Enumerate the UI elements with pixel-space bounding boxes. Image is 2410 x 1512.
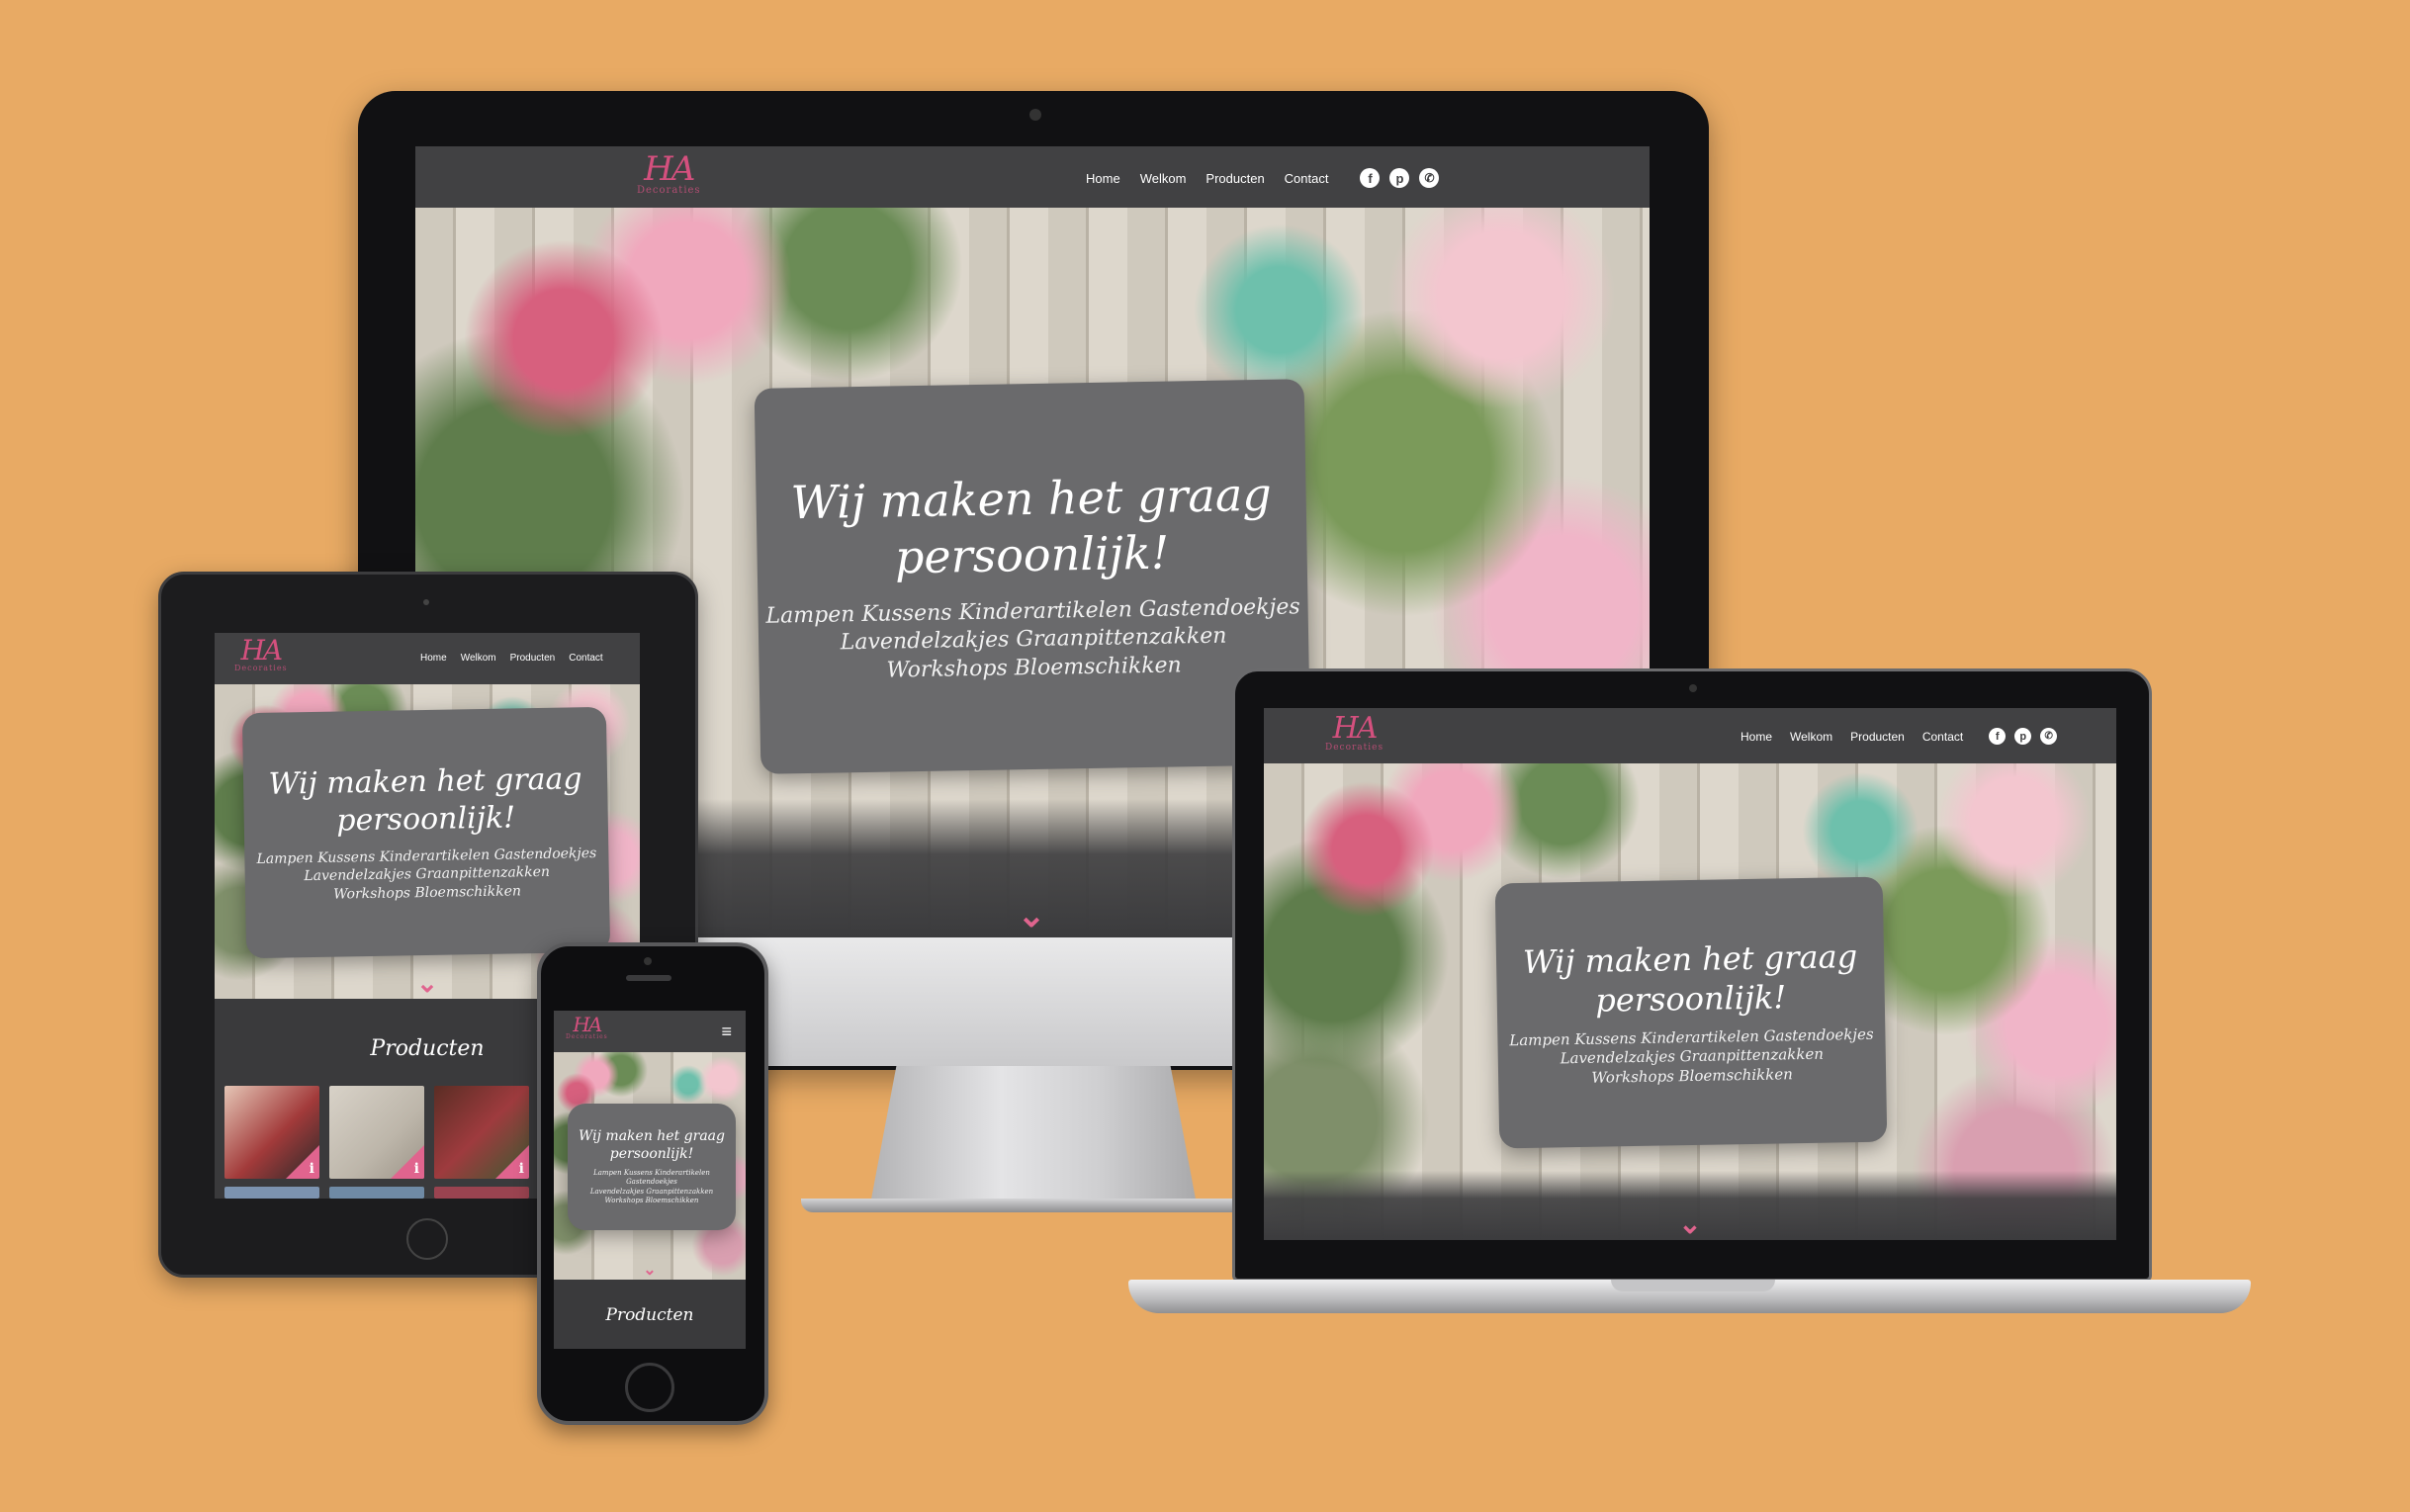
hero-headline-2: persoonlijk! bbox=[336, 800, 516, 839]
facebook-icon[interactable]: f bbox=[1360, 168, 1381, 188]
hero-message: Wij maken het graag persoonlijk! Lampen … bbox=[568, 1104, 736, 1230]
product-thumb-2[interactable]: i bbox=[329, 1086, 424, 1179]
nav-welkom[interactable]: Welkom bbox=[1140, 171, 1187, 186]
hero-message: Wij maken het graag persoonlijk! Lampen … bbox=[1494, 876, 1888, 1149]
scroll-down-icon[interactable]: ⌄ bbox=[1678, 1207, 1701, 1240]
whatsapp-icon[interactable]: ✆ bbox=[2040, 728, 2058, 745]
nav-menu: Home Welkom Producten Contact bbox=[420, 653, 603, 664]
nav-menu: Home Welkom Producten Contact f p ✆ bbox=[1086, 168, 1440, 188]
nav-contact[interactable]: Contact bbox=[569, 653, 602, 664]
hero-headline-2: persoonlijk! bbox=[894, 525, 1170, 584]
hero-headline-2: persoonlijk! bbox=[609, 1145, 694, 1162]
navbar: HA Decoraties Home Welkom Producten Cont… bbox=[215, 633, 640, 684]
hero-products-3: Workshops Bloemschikken bbox=[604, 1196, 699, 1204]
product-thumb-4[interactable] bbox=[224, 1187, 319, 1199]
laptop-camera bbox=[1689, 684, 1697, 692]
imac-stand bbox=[870, 1066, 1197, 1204]
scroll-down-icon[interactable]: ⌄ bbox=[1018, 896, 1046, 935]
tablet-camera bbox=[423, 599, 429, 605]
products-title: Producten bbox=[605, 1305, 694, 1325]
navbar: HA Decoraties ≡ bbox=[554, 1011, 746, 1052]
hamburger-menu-icon[interactable]: ≡ bbox=[721, 1023, 732, 1040]
info-icon[interactable]: i bbox=[519, 1161, 524, 1177]
laptop-screen: HA Decoraties Home Welkom Producten Cont… bbox=[1264, 708, 2116, 1240]
scroll-down-icon[interactable]: ⌄ bbox=[416, 968, 438, 999]
info-icon[interactable]: i bbox=[414, 1161, 419, 1177]
pinterest-icon[interactable]: p bbox=[2014, 728, 2032, 745]
phone-screen: HA Decoraties ≡ Wij maken het graag pers… bbox=[554, 1011, 746, 1349]
social-links: f p ✆ bbox=[1360, 168, 1440, 188]
navbar: HA Decoraties Home Welkom Producten Cont… bbox=[1264, 708, 2116, 763]
phone-speaker bbox=[626, 975, 671, 981]
laptop-notch bbox=[1611, 1280, 1775, 1291]
nav-producten[interactable]: Producten bbox=[510, 653, 556, 664]
social-links: f p ✆ bbox=[1989, 728, 2058, 745]
navbar: HA Decoraties Home Welkom Producten Cont… bbox=[415, 146, 1650, 208]
tablet-home-button bbox=[406, 1218, 448, 1260]
logo[interactable]: HA Decoraties bbox=[1325, 714, 1384, 753]
hero-headline-1: Wij maken het graag bbox=[1522, 936, 1858, 981]
nav-producten[interactable]: Producten bbox=[1205, 171, 1264, 186]
hero: Wij maken het graag persoonlijk! Lampen … bbox=[554, 1052, 746, 1280]
nav-producten[interactable]: Producten bbox=[1850, 730, 1905, 744]
nav-home[interactable]: Home bbox=[1741, 730, 1772, 744]
hero-headline-1: Wij maken het graag bbox=[268, 761, 582, 802]
hero-headline-1: Wij maken het graag bbox=[579, 1128, 725, 1145]
product-thumb-6[interactable] bbox=[434, 1187, 529, 1199]
product-thumb-5[interactable] bbox=[329, 1187, 424, 1199]
hero-message: Wij maken het graag persoonlijk! Lampen … bbox=[754, 379, 1311, 774]
nav-contact[interactable]: Contact bbox=[1922, 730, 1963, 744]
hero: Wij maken het graag persoonlijk! Lampen … bbox=[1264, 763, 2116, 1240]
hero-headline-1: Wij maken het graag bbox=[790, 467, 1273, 529]
scroll-down-icon[interactable]: ⌄ bbox=[643, 1260, 656, 1280]
facebook-icon[interactable]: f bbox=[1989, 728, 2007, 745]
nav-welkom[interactable]: Welkom bbox=[461, 653, 496, 664]
nav-contact[interactable]: Contact bbox=[1285, 171, 1329, 186]
imac-camera bbox=[1029, 109, 1041, 121]
hero-products-2: Lavendelzakjes Graanpittenzakken bbox=[589, 1187, 714, 1196]
phone-camera bbox=[644, 957, 652, 965]
phone-home-button bbox=[625, 1363, 674, 1412]
product-thumb-1[interactable]: i bbox=[224, 1086, 319, 1179]
info-icon[interactable]: i bbox=[310, 1161, 314, 1177]
imac-stand-foot bbox=[801, 1199, 1266, 1212]
logo[interactable]: HA Decoraties bbox=[234, 637, 288, 672]
nav-home[interactable]: Home bbox=[420, 653, 447, 664]
nav-menu: Home Welkom Producten Contact f p ✆ bbox=[1741, 728, 2058, 745]
product-thumb-3[interactable]: i bbox=[434, 1086, 529, 1179]
whatsapp-icon[interactable]: ✆ bbox=[1419, 168, 1440, 188]
hero-products-1: Lampen Kussens Kinderartikelen Gastendoe… bbox=[593, 1169, 710, 1187]
hero-headline-2: persoonlijk! bbox=[1594, 978, 1787, 1020]
pinterest-icon[interactable]: p bbox=[1389, 168, 1410, 188]
nav-welkom[interactable]: Welkom bbox=[1790, 730, 1832, 744]
nav-home[interactable]: Home bbox=[1086, 171, 1120, 186]
hero-message: Wij maken het graag persoonlijk! Lampen … bbox=[241, 706, 611, 959]
logo[interactable]: HA Decoraties bbox=[566, 1015, 608, 1040]
logo[interactable]: HA Decoraties bbox=[637, 152, 701, 196]
